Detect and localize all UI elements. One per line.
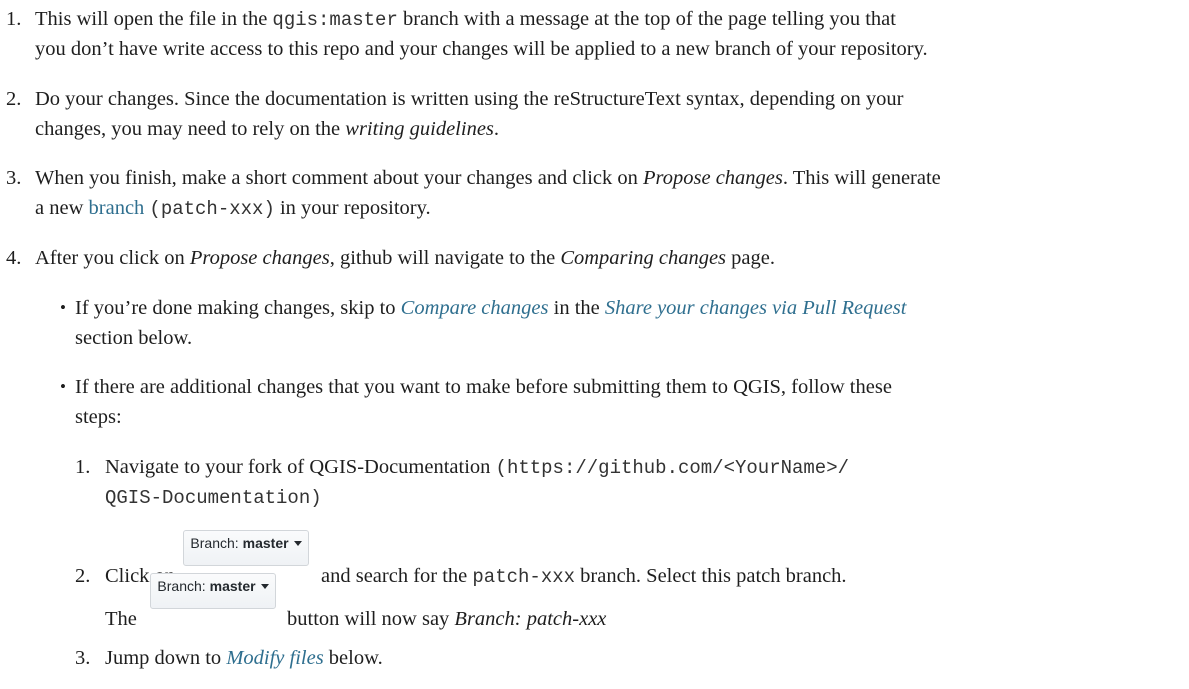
inline-code: patch-xxx [472,566,576,588]
share-changes-link[interactable]: Share your changes via Pull Request [605,297,907,319]
step-number: 2. [6,88,22,110]
branch-button-prefix: Branch: [157,578,206,594]
step-3-line-1: When you finish, make a short comment ab… [35,165,941,191]
text: This will open the file in the [35,8,273,30]
bullet-2-line-2: steps: [75,406,122,428]
step-number: 1. [6,8,22,30]
text: Navigate to your fork of QGIS-Documentat… [105,456,496,478]
substep-2-line-2: button will now say Branch: patch-xxx [287,606,606,632]
text: . [493,118,500,140]
step-2-line-1: Do your changes. Since the documentation… [35,88,904,110]
substep-2-line-1: and search for the patch-xxx branch. Sel… [321,563,847,590]
step-1-line-2: you don’t have write access to this repo… [35,38,928,60]
text: in your repository. [274,197,431,219]
modify-files-link[interactable]: Modify files [226,647,323,669]
text: in the [548,297,605,319]
branch-link[interactable]: branch [89,197,145,219]
text: and search for the [321,565,473,587]
text: . This will generate [782,167,941,189]
step-1-line-1: This will open the file in the qgis:mast… [35,6,896,33]
substep-2-the-text: The [105,608,137,630]
inline-code: (patch-xxx) [149,198,275,220]
substep-number: 3. [75,647,91,669]
text: below. [323,647,383,669]
text: branch with a message at the top of the … [397,8,896,30]
branch-button-name: master [242,535,289,551]
bullet-icon: • [60,377,66,396]
text: , github will navigate to the [329,247,561,269]
text: page. [726,247,775,269]
text: When you finish, make a short comment ab… [35,167,644,189]
text: After you click on [35,247,190,269]
step-4-line-1: After you click on Propose changes, gith… [35,245,775,271]
compare-changes-link[interactable]: Compare changes [401,297,549,319]
substep-number: 2. [75,565,91,587]
text: changes, you may need to rely on the [35,118,346,140]
branch-button-name: master [209,578,256,594]
text: If you’re done making changes, skip to [75,297,401,319]
emphasis: Propose changes [189,247,330,269]
step-number: 4. [6,247,22,269]
branch-master-button[interactable]: Branch: master [183,530,309,566]
bullet-icon: • [60,298,66,317]
caret-down-icon [260,584,269,589]
substep-1-line-2: QGIS-Documentation) [105,484,322,511]
branch-master-button[interactable]: Branch: master [150,573,276,609]
inline-code: QGIS-Documentation) [105,487,322,509]
emphasis: Propose changes [643,167,783,189]
document: 1. This will open the file in the qgis:m… [0,0,1189,689]
step-3-line-2: a new branch (patch-xxx) in your reposit… [35,195,431,222]
text: a new [35,197,89,219]
substep-3-line-1: Jump down to Modify files below. [105,645,383,671]
text: Jump down to [105,647,227,669]
step-number: 3. [6,167,22,189]
bullet-2-line-1: If there are additional changes that you… [75,376,892,398]
emphasis: Comparing changes [560,247,727,269]
text: button will now say [287,608,455,630]
branch-button-prefix: Branch: [190,535,239,551]
caret-down-icon [293,541,302,546]
substep-number: 1. [75,456,91,478]
bullet-1-line-2: section below. [75,327,193,349]
emphasis: Branch: patch-xxx [454,608,607,630]
text: branch. Select this patch branch. [575,565,847,587]
bullet-1-line-1: If you’re done making changes, skip to C… [75,295,906,321]
inline-code: (https://github.com/<YourName>/ [495,457,850,479]
step-2-line-2: changes, you may need to rely on the wri… [35,116,499,142]
emphasis: writing guidelines [345,118,494,140]
substep-1-line-1: Navigate to your fork of QGIS-Documentat… [105,454,849,481]
inline-code: qgis:master [272,9,398,31]
